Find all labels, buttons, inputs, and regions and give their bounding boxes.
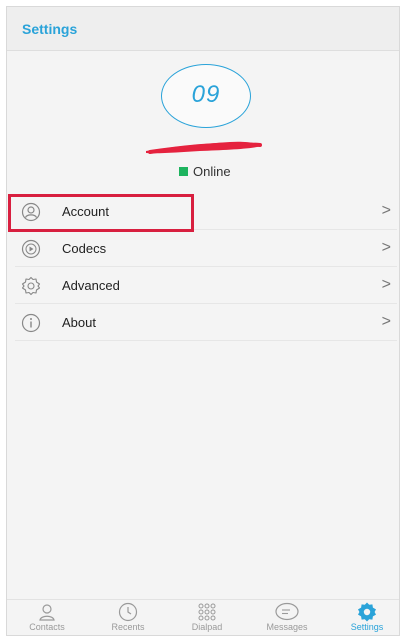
avatar[interactable]: 09 (161, 64, 251, 128)
chevron-right-icon: > (381, 313, 391, 330)
tab-label: Dialpad (191, 622, 223, 632)
tab-dialpad[interactable]: Dialpad (172, 602, 242, 636)
bottom-tab-bar: Contacts Recents Dialpad Messages Settin… (7, 599, 399, 635)
menu-item-label: About (62, 315, 96, 330)
status-indicator: Online (179, 164, 231, 179)
highlight-box (8, 194, 194, 232)
tab-recents[interactable]: Recents (93, 602, 163, 636)
info-icon (21, 313, 41, 333)
chevron-right-icon: > (381, 202, 391, 219)
tab-settings[interactable]: Settings (332, 602, 401, 636)
menu-item-codecs[interactable]: Codecs > (15, 230, 397, 267)
menu-item-advanced[interactable]: Advanced > (15, 267, 397, 304)
play-icon (21, 239, 41, 259)
page-title: Settings (22, 21, 78, 37)
tab-label: Settings (350, 622, 384, 632)
tab-messages[interactable]: Messages (252, 602, 322, 636)
chevron-right-icon: > (381, 239, 391, 256)
tab-label: Contacts (29, 622, 65, 632)
app-frame: Settings 09 Online Account > Codecs > Ad… (6, 6, 400, 636)
menu-item-label: Codecs (62, 241, 107, 256)
status-text: Online (193, 164, 231, 179)
clock-icon (118, 602, 138, 622)
online-dot-icon (179, 167, 188, 176)
message-icon (275, 602, 299, 621)
avatar-text: 09 (191, 81, 221, 108)
chevron-right-icon: > (381, 276, 391, 293)
tab-contacts[interactable]: Contacts (12, 602, 82, 636)
gear-icon (21, 276, 41, 296)
menu-item-label: Advanced (62, 278, 120, 293)
app-header: Settings (7, 7, 399, 51)
person-icon (39, 604, 55, 621)
tab-label: Recents (111, 622, 145, 632)
gear-icon (358, 602, 376, 622)
tab-label: Messages (266, 622, 308, 632)
menu-item-about[interactable]: About > (15, 304, 397, 341)
dialpad-icon (198, 603, 216, 621)
